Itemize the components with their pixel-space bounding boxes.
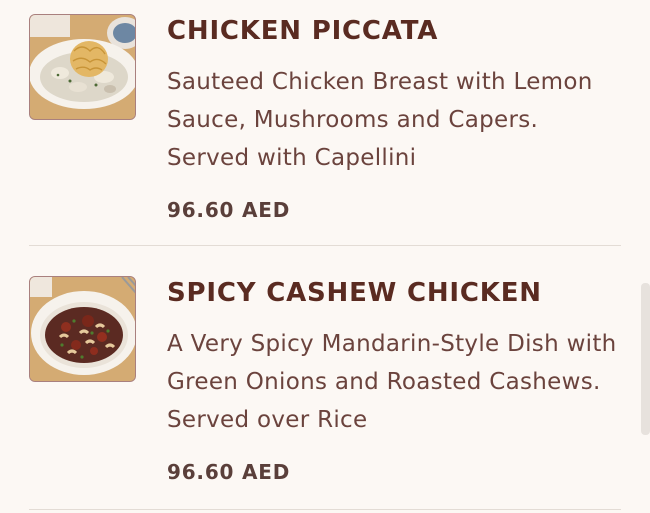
item-description: Sauteed Chicken Breast with Lemon Sauce,… bbox=[167, 69, 593, 171]
menu-item-chicken-piccata[interactable]: CHICKEN PICCATA Sauteed Chicken Breast w… bbox=[0, 0, 650, 246]
item-title: SPICY CASHEW CHICKEN bbox=[167, 278, 542, 308]
item-price: 96.60 AED bbox=[167, 460, 291, 484]
item-description: A Very Spicy Mandarin-Style Dish with Gr… bbox=[167, 331, 617, 433]
item-divider bbox=[29, 509, 621, 510]
scrollbar[interactable] bbox=[641, 283, 650, 435]
chicken-piccata-image[interactable] bbox=[29, 14, 136, 120]
menu-page: CHICKEN PICCATA Sauteed Chicken Breast w… bbox=[0, 0, 650, 513]
item-title: CHICKEN PICCATA bbox=[167, 16, 439, 46]
spicy-cashew-chicken-image[interactable] bbox=[29, 276, 136, 382]
menu-item-spicy-cashew-chicken[interactable]: SPICY CASHEW CHICKEN A Very Spicy Mandar… bbox=[0, 246, 650, 513]
item-price: 96.60 AED bbox=[167, 198, 291, 222]
